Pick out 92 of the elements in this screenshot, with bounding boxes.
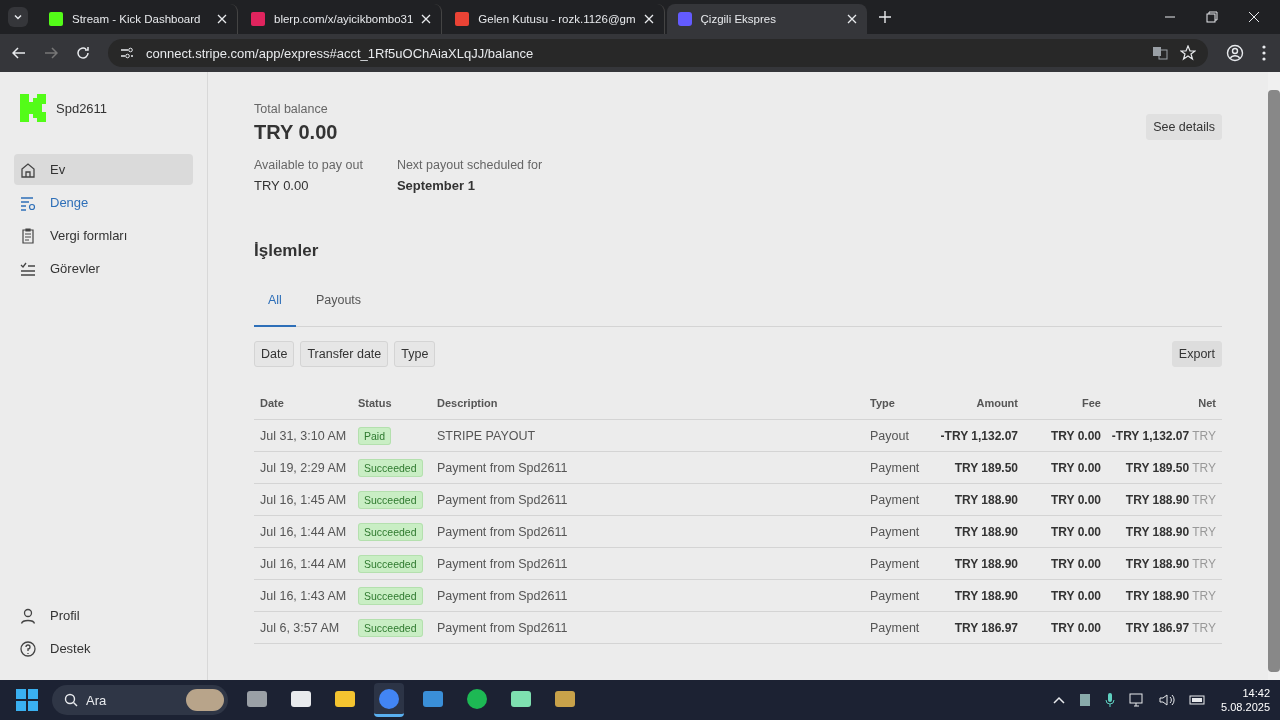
currency-label: TRY (1192, 588, 1216, 603)
amount-cell-text: -TRY 1,132.07 (939, 428, 1018, 443)
tab-title: Stream - Kick Dashboard (72, 13, 202, 25)
address-bar[interactable]: connect.stripe.com/app/express#acct_1Rf5uOChAiaXLqJJ/balance (108, 39, 1208, 67)
currency-label: TRY (1192, 620, 1216, 635)
description-cell-text: Payment from Spd2611 (437, 620, 569, 635)
fee-cell-text: TRY 0.00 (1049, 524, 1101, 539)
fee-cell-text: TRY 0.00 (1049, 460, 1101, 475)
date-cell-text: Jul 16, 1:43 AM (260, 588, 348, 603)
fee-cell-text: TRY 0.00 (1049, 492, 1101, 507)
type-cell-text: Payment (870, 460, 921, 475)
fee-cell-text: TRY 0.00 (1049, 588, 1101, 603)
date-cell-text: Jul 16, 1:44 AM (260, 524, 348, 539)
column-header: Status (358, 397, 393, 409)
total-balance-value: TRY 0.00 (254, 121, 339, 144)
currency-label: TRY (1192, 428, 1216, 443)
type-cell-text: Payment (870, 588, 921, 603)
column-header: Date (260, 397, 285, 409)
date-cell-text: Jul 6, 3:57 AM (260, 620, 341, 635)
net-cell: TRY 188.90 (1125, 556, 1190, 571)
description-cell-text: Payment from Spd2611 (437, 460, 569, 475)
net-cell: TRY 189.50 (1125, 460, 1190, 475)
description-cell-text: STRIPE PAYOUT (437, 428, 537, 443)
available-value: TRY 0.00 (254, 178, 310, 193)
currency-label: TRY (1192, 460, 1216, 475)
status-badge: Succeeded (358, 618, 423, 637)
browser-tab[interactable]: Çizgili Ekspres (666, 4, 867, 34)
date-cell-text: Jul 16, 1:44 AM (260, 556, 348, 571)
net-cell: TRY 188.90 (1125, 492, 1190, 507)
amount-cell-text: TRY 188.90 (953, 556, 1018, 571)
tab-title: Çizgili Ekspres (700, 13, 777, 25)
net-cell: TRY 188.90 (1125, 588, 1190, 603)
column-header: Description (437, 397, 499, 409)
status-badge: Succeeded (358, 554, 423, 573)
description-cell-text: Payment from Spd2611 (437, 492, 569, 507)
net-cell: TRY 188.90 (1125, 524, 1190, 539)
column-header: Net (1197, 397, 1216, 409)
date-cell-text: Jul 16, 1:45 AM (260, 492, 348, 507)
amount-cell-text: TRY 189.50 (953, 460, 1018, 475)
fee-cell-text: TRY 0.00 (1049, 556, 1101, 571)
filter-button[interactable]: Date (254, 341, 295, 367)
available-label: Available to pay out (254, 158, 363, 172)
currency-label: TRY (1192, 556, 1216, 571)
status-badge: Succeeded (358, 522, 423, 541)
filter-button[interactable]: Transfer date (300, 341, 389, 367)
next-payout-date: September 1 (396, 178, 476, 193)
amount-cell-text: TRY 188.90 (953, 588, 1018, 603)
section-title: İşlemler (254, 241, 320, 261)
currency-label: TRY (1192, 492, 1216, 507)
description-cell-text: Payment from Spd2611 (437, 556, 569, 571)
amount-cell-text: TRY 188.90 (953, 524, 1018, 539)
next-payout-label: Next payout scheduled for (396, 158, 543, 172)
type-cell-text: Payment (870, 556, 921, 571)
sidebar-item[interactable]: Denge (14, 187, 193, 218)
status-badge: Succeeded (358, 458, 423, 477)
tab-title: blerp.com/x/ayicikbombo31 (274, 13, 414, 25)
column-header: Fee (1081, 397, 1101, 409)
status-badge: Paid (358, 426, 391, 445)
fee-cell-text: TRY 0.00 (1049, 428, 1101, 443)
description-cell-text: Payment from Spd2611 (437, 588, 569, 603)
type-cell-text: Payment (870, 620, 921, 635)
filter-tab[interactable]: Payouts (301, 283, 376, 327)
see-details-button[interactable]: See details (1146, 114, 1222, 140)
type-cell-text: Payment (870, 492, 921, 507)
sidebar-item[interactable]: Görevler (14, 253, 193, 284)
amount-cell-text: TRY 186.97 (953, 620, 1018, 635)
net-cell: -TRY 1,132.07 (1111, 428, 1190, 443)
sidebar-item[interactable]: Vergi formları (14, 220, 193, 251)
column-header: Amount (975, 397, 1018, 409)
date-cell-text: Jul 31, 3:10 AM (260, 428, 348, 443)
sidebar-item[interactable]: Ev (14, 154, 193, 185)
account-name: Spd2611 (56, 100, 108, 116)
tab-title: Gelen Kutusu - rozk.1126@gm (478, 13, 636, 25)
status-badge: Succeeded (358, 490, 423, 509)
export-button[interactable]: Export (1171, 341, 1222, 367)
clock-date: 5.08.2025 (1221, 701, 1270, 713)
sidebar-item[interactable]: Destek (14, 633, 193, 664)
filter-button[interactable]: Type (394, 341, 436, 367)
clock-time: 14:42 (1242, 687, 1270, 699)
currency-label: TRY (1192, 524, 1216, 539)
status-badge: Succeeded (358, 586, 423, 605)
type-cell-text: Payout (870, 428, 910, 443)
date-cell-text: Jul 19, 2:29 AM (260, 460, 348, 475)
net-cell: TRY 186.97 (1125, 620, 1190, 635)
description-cell-text: Payment from Spd2611 (437, 524, 569, 539)
type-cell-text: Payment (870, 524, 921, 539)
total-balance-label: Total balance (254, 102, 329, 116)
amount-cell-text: TRY 188.90 (953, 492, 1018, 507)
filter-tab[interactable]: All (254, 283, 296, 327)
sidebar-item[interactable]: Profil (14, 600, 193, 631)
fee-cell-text: TRY 0.00 (1049, 620, 1101, 635)
column-header: Type (870, 397, 896, 409)
